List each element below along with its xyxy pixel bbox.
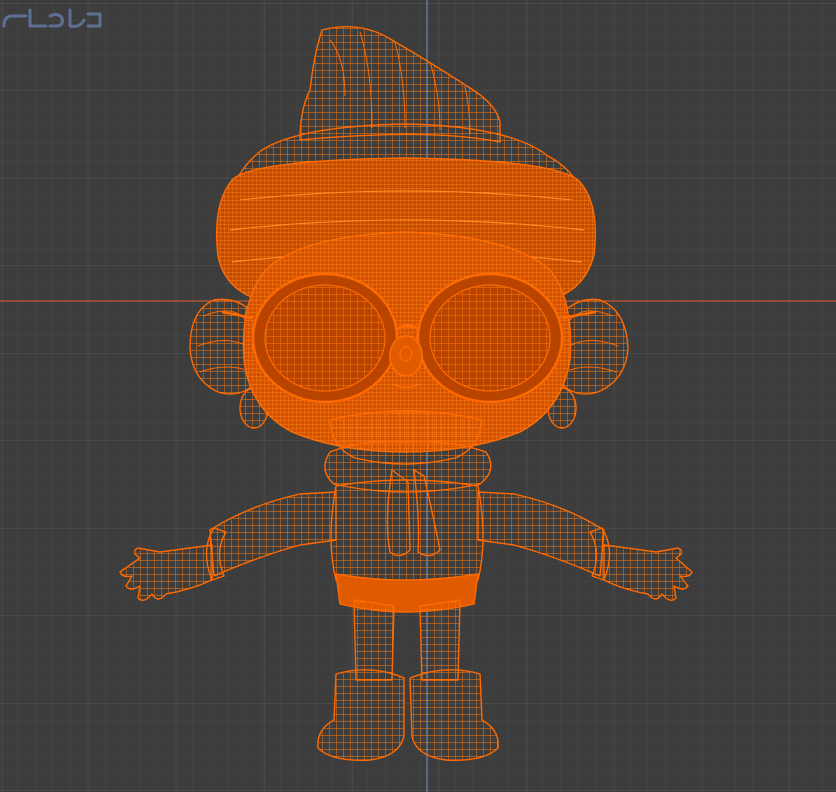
watermark-logo-icon xyxy=(2,8,102,28)
3d-viewport[interactable] xyxy=(0,0,836,792)
left-leg[interactable] xyxy=(353,599,395,681)
viewport-canvas[interactable] xyxy=(0,0,836,792)
tie-left xyxy=(386,469,411,557)
right-leg[interactable] xyxy=(419,599,461,681)
